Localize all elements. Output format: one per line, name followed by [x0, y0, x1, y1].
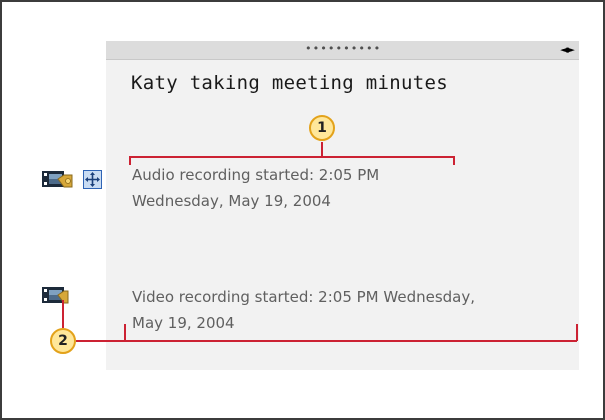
audio-note-line-2: Wednesday, May 19, 2004	[132, 192, 331, 210]
callout-badge-2: 2	[50, 328, 76, 354]
move-handle-icon[interactable]	[83, 170, 102, 193]
audio-recording-icon[interactable]	[42, 169, 78, 193]
note-drag-bar[interactable]: •••••••••• ◄►	[106, 41, 579, 60]
audio-recording-note[interactable]: Audio recording started: 2:05 PM Wednesd…	[132, 162, 379, 214]
callout-badge-1: 1	[309, 115, 335, 141]
video-note-line-2: May 19, 2004	[132, 314, 235, 332]
note-title[interactable]: Katy taking meeting minutes	[131, 72, 448, 94]
drag-handle-dots[interactable]: ••••••••••	[305, 43, 381, 54]
video-recording-icon[interactable]	[42, 285, 72, 309]
audio-note-line-1: Audio recording started: 2:05 PM	[132, 166, 380, 184]
video-recording-note[interactable]: Video recording started: 2:05 PM Wednesd…	[132, 284, 475, 336]
resize-arrows-icon[interactable]: ◄►	[560, 43, 575, 57]
video-note-line-1: Video recording started: 2:05 PM Wednesd…	[132, 288, 476, 306]
